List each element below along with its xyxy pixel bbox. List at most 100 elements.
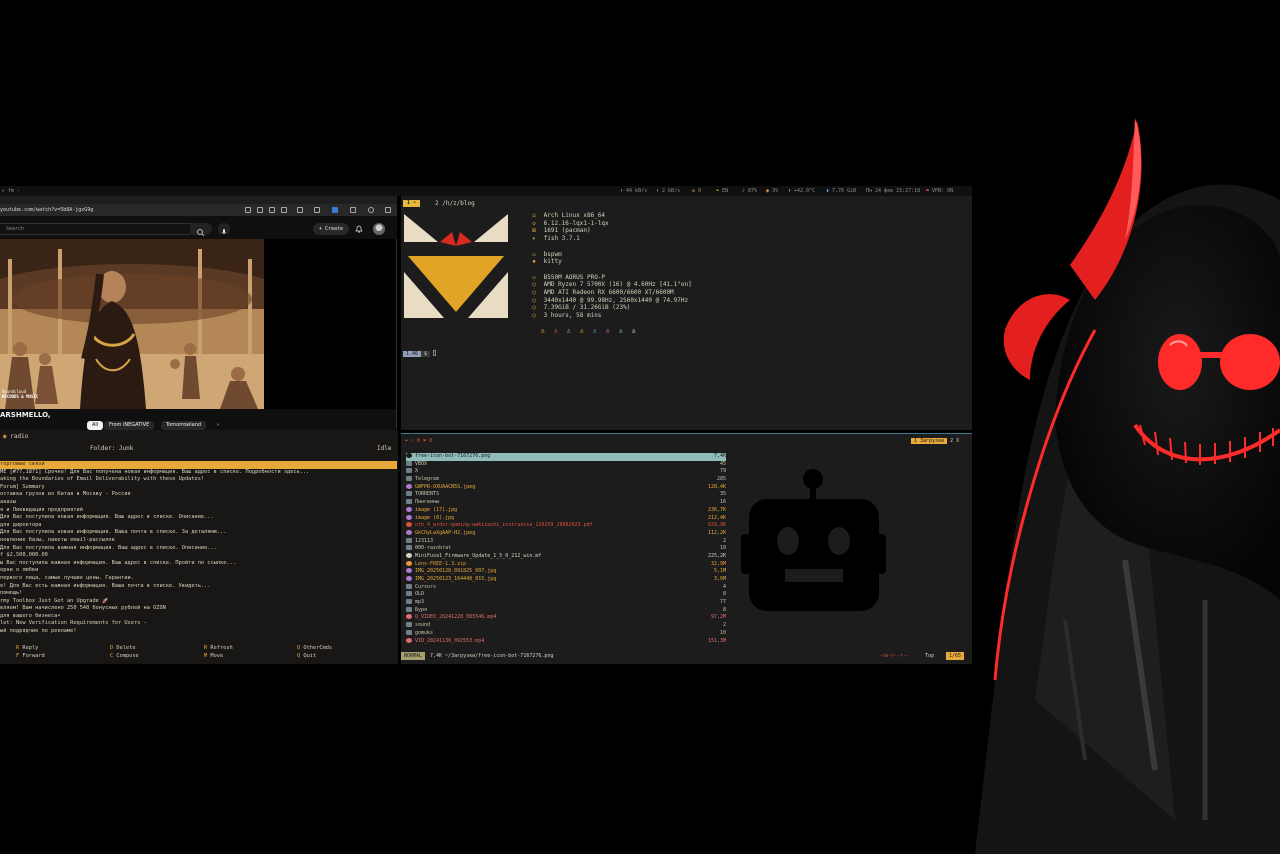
- message-row[interactable]: ый подрядчик по рекламе!: [0, 628, 397, 636]
- file-row[interactable]: VID_20241130_092553.mp4 151,3M: [406, 637, 726, 646]
- sidebar-icon[interactable]: [314, 207, 320, 213]
- folder-row[interactable]: Буря 8: [406, 606, 726, 615]
- file-row[interactable]: image (17).jpg 236,7K: [406, 506, 726, 515]
- url-text[interactable]: youtube.com/watch?v=5b8A-jgxG9g: [0, 204, 93, 216]
- video-sidebar: [264, 239, 397, 409]
- profile-icon[interactable]: [368, 207, 374, 213]
- mail-icon[interactable]: ✉: [692, 188, 695, 194]
- file-row[interactable]: oth_4_ardor-gaming-wakizashi_instrukcia_…: [406, 522, 726, 530]
- notifications-bell-icon[interactable]: [355, 224, 363, 233]
- video-player[interactable]: Soundcloud RECORDS & MUSIC: [0, 239, 264, 409]
- message-row[interactable]: первого лица, самые лучшие цены. Гаранти…: [0, 575, 397, 583]
- browser-scrollbar[interactable]: [396, 239, 397, 429]
- keybinding-othercmds[interactable]: O OtherCmds: [297, 644, 332, 652]
- file-row[interactable]: MiniFuse1_Firmware_Update_1_5_0_212_win.…: [406, 552, 726, 561]
- message-row[interactable]: торговые связи: [0, 461, 397, 469]
- keybinding-delete[interactable]: D Delete: [110, 644, 139, 652]
- message-row[interactable]: f $2,500,000.00: [0, 552, 397, 560]
- message-row[interactable]: новление базы, пакеты email-рассылок: [0, 537, 397, 545]
- keybinding-compose[interactable]: C Compose: [110, 652, 139, 660]
- message-row[interactable]: Для Вас поступила новая информация. Ваша…: [0, 529, 397, 537]
- key-label: Refresh: [210, 645, 233, 651]
- key-label: Compose: [116, 653, 139, 659]
- tab-downloads[interactable]: 1 Загрузки: [911, 438, 948, 444]
- create-button[interactable]: + Create: [313, 223, 349, 235]
- file-row[interactable]: Q_VIDEO_20241228_085546.mp4 97,2M: [406, 614, 726, 622]
- search-button[interactable]: [190, 223, 212, 237]
- message-row[interactable]: е! Для Вас есть важная информация. Ваша …: [0, 583, 397, 591]
- chip-next-button[interactable]: ›: [212, 421, 224, 430]
- file-row[interactable]: GWFPR-OXUAACN5S.jpeg 128,4K: [406, 483, 726, 492]
- folder-row[interactable]: sound 2: [406, 622, 726, 630]
- keybinding-move[interactable]: M Move: [204, 652, 233, 660]
- message-row[interactable]: для вашего бизнеса•: [0, 613, 397, 621]
- message-row[interactable]: rmy Toolbox Just Got an Upgrade 🚀: [0, 598, 397, 606]
- message-row[interactable]: Для Вас поступила новая информация. Ваш …: [0, 514, 397, 522]
- temperature-icon: ⬇: [788, 188, 792, 194]
- file-row[interactable]: Lens-FREE-1.3.zip 32,9M: [406, 560, 726, 569]
- translate-icon[interactable]: [257, 207, 263, 213]
- download-icon[interactable]: [297, 207, 303, 213]
- message-row[interactable]: ME [#77,1871] Срочно! Для Вас получена н…: [0, 469, 397, 477]
- vpn-icon[interactable]: ⚑: [926, 188, 929, 194]
- video-title[interactable]: ARSHMELLO,: [0, 411, 51, 419]
- message-row[interactable]: я и Ликвидация предприятий: [0, 507, 397, 515]
- voice-search-button[interactable]: [218, 223, 230, 235]
- extension-p-icon[interactable]: [332, 207, 338, 213]
- search-input[interactable]: Search: [0, 223, 210, 235]
- keybinding-forward[interactable]: F Forward: [16, 652, 45, 660]
- chip-all[interactable]: All: [87, 421, 104, 430]
- file-row[interactable]: image (8).jpg 212,4K: [406, 514, 726, 523]
- extension-grid-icon[interactable]: [350, 207, 356, 213]
- terminal-fetch: 1 ~ 2 /h/z/blog ⌂ Arch Linux x86_64 ◇ 6.…: [401, 196, 972, 430]
- message-row[interactable]: аказы: [0, 499, 397, 507]
- message-row[interactable]: помощь!: [0, 590, 397, 598]
- folder-row[interactable]: 123113 2: [406, 537, 726, 546]
- shell-prompt[interactable]: 1.46 $: [403, 350, 437, 358]
- tab-workspace-2[interactable]: 2 /h/z/blog: [435, 200, 475, 207]
- account-avatar[interactable]: [373, 223, 385, 235]
- folder-row[interactable]: Telegram 285: [406, 476, 726, 484]
- tab-2[interactable]: 2 X: [950, 438, 959, 444]
- folder-row[interactable]: 000-razobrat 10: [406, 545, 726, 553]
- folder-row[interactable]: X 79: [406, 468, 726, 476]
- message-row[interactable]: Forum] Summary: [0, 484, 397, 492]
- message-row[interactable]: оставка грузов из Китая в Москву - Росси…: [0, 491, 397, 499]
- bookmark-icon[interactable]: [269, 207, 275, 213]
- chip-from-channel[interactable]: From iNEGATIVE: [104, 421, 155, 430]
- file-row[interactable]: free-icon-bot-7167276.png 7,4K: [406, 453, 726, 461]
- message-row[interactable]: aking the Boundaries of Email Deliverabi…: [0, 476, 397, 484]
- file-row[interactable]: IMG_20250128_091825_007.jpg 5,1M: [406, 568, 726, 576]
- browser-tab-strip[interactable]: [0, 196, 397, 204]
- vpn-status: VPN: ON: [932, 188, 954, 194]
- keybinding-refresh[interactable]: R Refresh: [204, 644, 233, 652]
- folder-row[interactable]: gomuks 10: [406, 629, 726, 638]
- chip-tomorrowland[interactable]: Tomorrowland: [161, 421, 207, 430]
- folder-row[interactable]: VBOX 45: [406, 460, 726, 469]
- file-row[interactable]: GkCOyLaXgAAP-H2.jpeg 112,2K: [406, 529, 726, 538]
- volume-icon[interactable]: ♪: [742, 188, 745, 194]
- folder-row[interactable]: mp3 77: [406, 599, 726, 607]
- keybinding-quit[interactable]: Q Quit: [297, 652, 332, 660]
- message-row[interactable]: Для Вас поступила важная информация. Ваш…: [0, 545, 397, 553]
- menu-chevron-icon[interactable]: [281, 207, 287, 213]
- clock[interactable]: Пн 24 фев 15:27:18: [866, 186, 920, 196]
- file-row[interactable]: IMG_20250123_164448_015.jpg 3,6M: [406, 576, 726, 584]
- message-row[interactable]: let: New Verification Requirements for U…: [0, 620, 397, 628]
- message-row[interactable]: для директора: [0, 522, 397, 530]
- keyboard-icon[interactable]: ⌨: [716, 188, 719, 194]
- reader-icon[interactable]: [245, 207, 251, 213]
- folder-row[interactable]: Cursors 4: [406, 583, 726, 592]
- message-row[interactable]: вляем! Вам начислено 250 540 бонусных ру…: [0, 605, 397, 613]
- address-bar[interactable]: youtube.com/watch?v=5b8A-jgxG9g: [0, 204, 397, 216]
- keybinding-reply[interactable]: R Reply: [16, 644, 45, 652]
- upload-icon: ⬆: [656, 188, 660, 194]
- folder-row[interactable]: Пингвины 16: [406, 499, 726, 507]
- message-row[interactable]: ы Вас поступила важная информация. Ваш а…: [0, 560, 397, 568]
- extensions-puzzle-icon[interactable]: [385, 207, 391, 213]
- folder-row[interactable]: TORRENTS 35: [406, 491, 726, 499]
- entry-name: OLD: [415, 591, 425, 598]
- folder-row[interactable]: OLD 8: [406, 591, 726, 599]
- message-row[interactable]: орни о любви: [0, 567, 397, 575]
- tab-workspace-1[interactable]: 1 ~: [403, 200, 421, 207]
